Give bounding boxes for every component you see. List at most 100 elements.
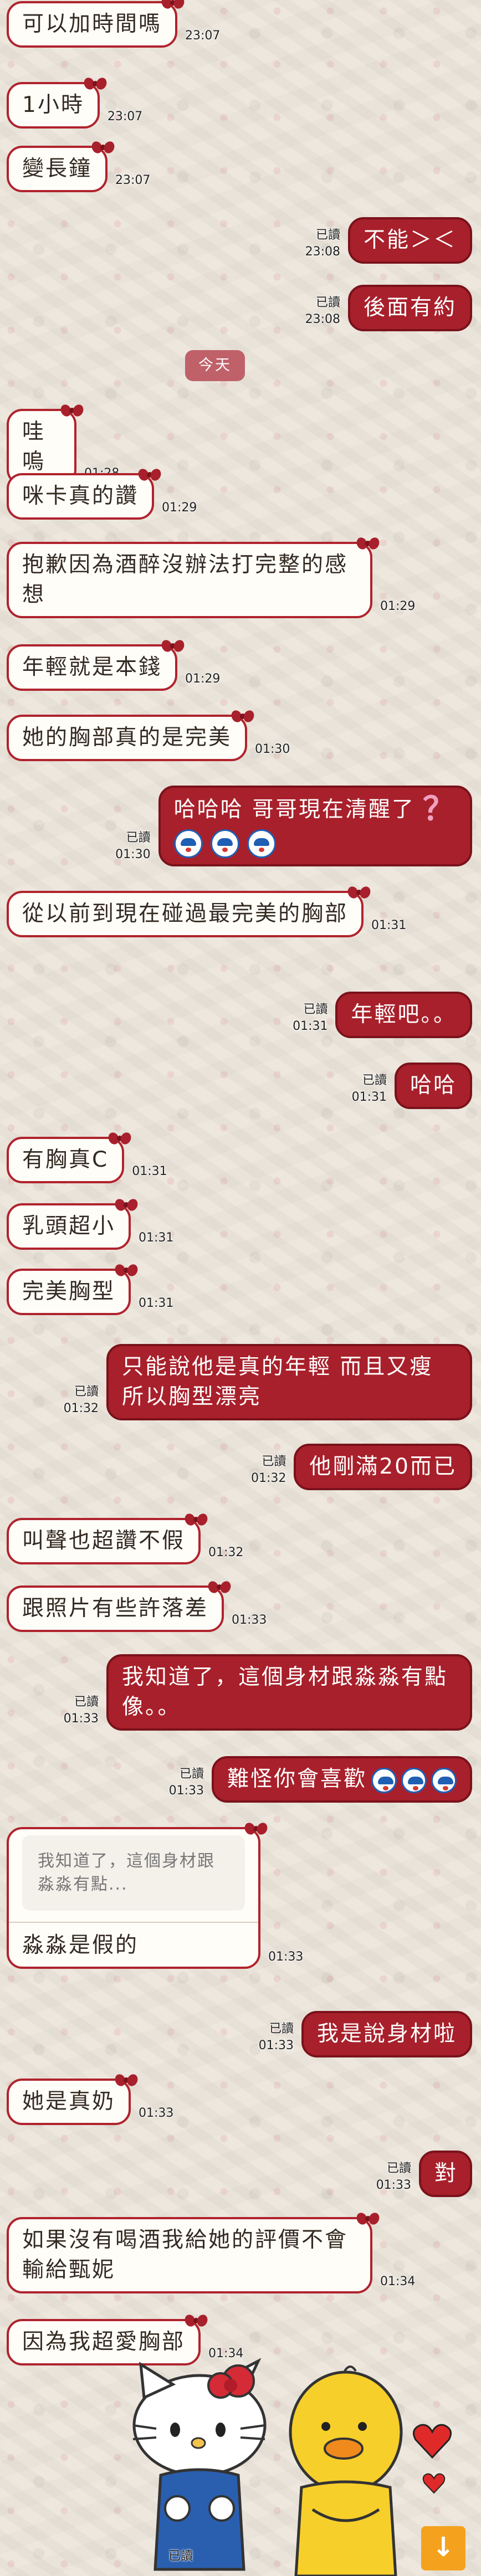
message-bubble[interactable]: 後面有約 (347, 285, 472, 331)
message-meta: 已讀 01:31 (352, 1073, 387, 1106)
message-bubble[interactable]: 哈哈 (394, 1063, 472, 1109)
message-text: 如果沒有喝酒我給她的評價不會輸給甄妮 (22, 2228, 349, 2282)
message-timestamp: 01:32 (208, 1546, 244, 1559)
message-meta: 01:31 (139, 1295, 173, 1312)
chat-area: 今天 可以加時間嗎 23:07 1小時 23:07 變長鐘 23:07 不能＞＜ 已讀 23:0… (0, 0, 481, 2576)
incoming-message: 乳頭超小 01:31 (7, 1202, 181, 1250)
message-meta: 01:31 (139, 1230, 173, 1246)
read-receipt: 已讀 (179, 1767, 204, 1781)
message-timestamp: 01:33 (168, 1784, 204, 1798)
doraemon-emoji-icon (431, 1767, 457, 1793)
read-receipt: 已讀 (315, 296, 340, 310)
red-bow-icon (162, 0, 184, 11)
red-bow-icon (61, 403, 83, 419)
small-heart-icon (422, 2473, 446, 2494)
doraemon-emoji-icon (247, 829, 276, 858)
message-bubble[interactable]: 完美胸型 (7, 1268, 131, 1315)
message-bubble[interactable]: 抱歉因為酒醉沒辦法打完整的感想 (7, 541, 372, 618)
message-bubble[interactable]: 咪卡真的讚 (7, 472, 155, 520)
message-bubble[interactable]: 年輕就是本錢 (7, 643, 178, 691)
incoming-message: 叫聲也超讚不假 01:32 (7, 1517, 251, 1564)
message-bubble[interactable]: 我是說身材啦 (301, 2011, 472, 2057)
message-bubble[interactable]: 有胸真C (7, 1136, 125, 1183)
message-bubble[interactable]: 變長鐘 (7, 145, 108, 192)
message-meta: 01:30 (255, 741, 290, 758)
message-bubble[interactable]: 她的胸部真的是完美 (7, 714, 248, 761)
message-timestamp: 01:31 (132, 1164, 167, 1178)
outgoing-message: 年輕吧。。 已讀 01:31 (285, 992, 472, 1038)
incoming-message: 有胸真C 01:31 (7, 1136, 175, 1183)
message-bubble[interactable]: 我知道了，這個身材跟淼淼有點... 淼淼是假的 (7, 1826, 260, 1969)
message-meta: 23:07 (185, 28, 220, 44)
message-bubble[interactable]: 叫聲也超讚不假 (7, 1517, 201, 1564)
red-bow-icon (357, 536, 379, 552)
message-text: 淼淼是假的 (22, 1933, 139, 1958)
message-bubble[interactable]: 她是真奶 (7, 2077, 131, 2125)
message-meta: 已讀 01:33 (376, 2161, 411, 2194)
incoming-message: 完美胸型 01:31 (7, 1268, 181, 1315)
message-text: 我是說身材啦 (316, 2021, 457, 2046)
outgoing-message: 難怪你會喜歡 已讀 01:33 (161, 1756, 472, 1803)
message-meta: 01:29 (162, 500, 197, 516)
message-timestamp: 01:33 (268, 1950, 304, 1964)
message-bubble[interactable]: 他剛滿20而已 (294, 1444, 472, 1490)
message-meta: 01:29 (185, 671, 220, 687)
read-receipt: 已讀 (315, 228, 340, 242)
message-bubble[interactable]: 對 (419, 2151, 472, 2197)
message-text: 只能說他是真的年輕 而且又瘦 所以胸型漂亮 (122, 1354, 433, 1409)
message-meta: 已讀 23:08 (305, 227, 340, 260)
red-bow-icon (115, 1263, 137, 1279)
red-bow-icon (162, 639, 184, 654)
message-bubble[interactable]: 從以前到現在碰過最完美的胸部 (7, 890, 364, 937)
message-bubble[interactable]: 乳頭超小 (7, 1202, 131, 1250)
message-bubble[interactable]: 我知道了，這個身材跟淼淼有點像。。 (106, 1654, 472, 1731)
message-timestamp: 01:32 (63, 1402, 99, 1415)
message-text: 年輕吧。。 (351, 1002, 457, 1027)
message-timestamp: 01:29 (162, 501, 197, 515)
message-meta: 01:31 (132, 1163, 167, 1180)
incoming-message: 咪卡真的讚 01:29 (7, 472, 204, 520)
message-bubble[interactable]: 只能說他是真的年輕 而且又瘦 所以胸型漂亮 (106, 1344, 472, 1420)
message-text: 咪卡真的讚 (22, 484, 139, 509)
message-text: 1小時 (22, 93, 84, 117)
message-bubble[interactable]: 跟照片有些許落差 (7, 1584, 224, 1632)
scroll-to-bottom-button[interactable]: ↓ (421, 2526, 465, 2570)
read-receipt: 已讀 (386, 2162, 411, 2175)
quoted-message[interactable]: 我知道了，這個身材跟淼淼有點... (22, 1835, 245, 1911)
message-timestamp: 23:08 (305, 312, 340, 326)
message-text: 年輕就是本錢 (22, 655, 162, 680)
message-text: 從以前到現在碰過最完美的胸部 (22, 901, 349, 926)
duck-sticker (289, 2365, 403, 2576)
message-timestamp: 01:34 (380, 2275, 416, 2288)
message-timestamp: 01:29 (380, 599, 416, 613)
message-bubble[interactable]: 1小時 (7, 81, 100, 129)
doraemon-emoji-icon (210, 829, 239, 858)
message-bubble[interactable]: 哈哈哈 哥哥現在清醒了 ？ (158, 786, 472, 866)
message-meta: 01:31 (371, 917, 406, 934)
red-bow-icon (232, 709, 254, 725)
incoming-message: 抱歉因為酒醉沒辦法打完整的感想 01:29 (7, 541, 423, 618)
message-bubble[interactable]: 如果沒有喝酒我給她的評價不會輸給甄妮 (7, 2216, 372, 2293)
hello-kitty-sticker (132, 2358, 267, 2571)
message-text: 我知道了，這個身材跟淼淼有點像。。 (122, 1665, 448, 1720)
read-receipt: 已讀 (269, 2022, 294, 2036)
read-receipt: 已讀 (74, 1695, 99, 1709)
message-timestamp: 01:33 (258, 2039, 294, 2052)
message-bubble[interactable]: 可以加時間嗎 (7, 0, 178, 48)
message-bubble[interactable]: 不能＞＜ (347, 217, 472, 264)
message-meta: 已讀 01:32 (64, 1384, 99, 1417)
message-meta: 01:29 (380, 598, 415, 615)
message-text: 哈哈哈 哥哥現在清醒了 (173, 797, 415, 822)
message-meta: 已讀 23:08 (305, 295, 340, 328)
message-meta: 01:33 (139, 2105, 173, 2122)
read-receipt: 已讀 (168, 2549, 193, 2563)
incoming-message: 她是真奶 01:33 (7, 2077, 181, 2125)
message-bubble[interactable]: 難怪你會喜歡 (211, 1756, 472, 1803)
incoming-message: 跟照片有些許落差 01:33 (7, 1584, 274, 1632)
message-bubble[interactable]: 年輕吧。。 (335, 992, 472, 1038)
message-meta: 已讀 01:33 (169, 1766, 204, 1799)
message-meta: 已讀 01:32 (251, 1454, 286, 1487)
message-timestamp: 23:07 (115, 173, 151, 187)
message-meta: 已讀 01:33 (64, 1694, 99, 1727)
message-meta: 已讀 01:31 (293, 1002, 328, 1035)
